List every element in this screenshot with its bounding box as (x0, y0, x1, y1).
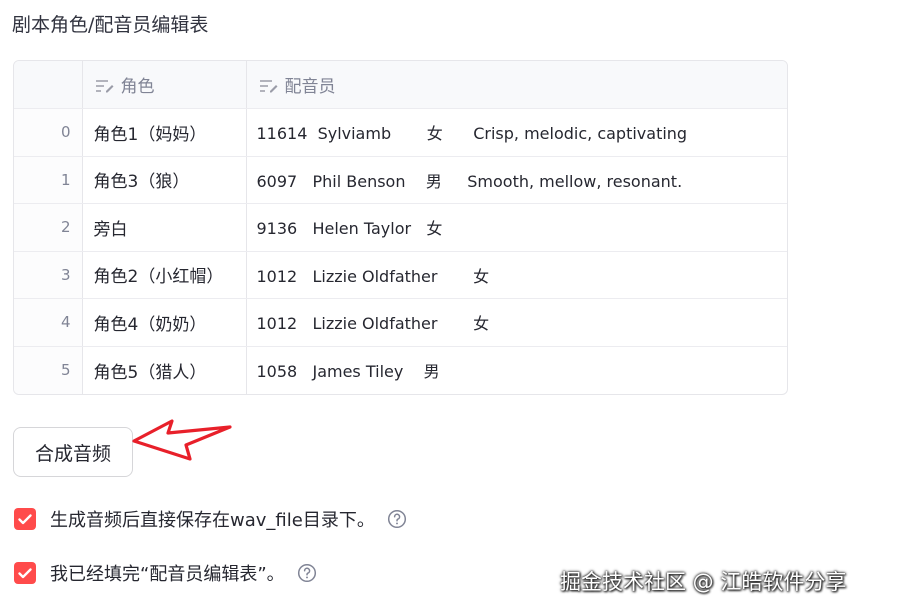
index-column-header[interactable] (14, 61, 83, 109)
role-column-label: 角色 (120, 77, 155, 97)
checkmark-icon (18, 567, 32, 578)
table-row: 5 角色5（猎人） 1058 James Tiley 男 (14, 346, 787, 394)
row-index: 1 (14, 156, 83, 204)
voice-column-header[interactable]: 配音员 (246, 61, 787, 109)
table-completed-label: 我已经填完“配音员编辑表”。 (50, 564, 285, 585)
voice-cell[interactable]: 1012 Lizzie Oldfather 女 (246, 251, 787, 299)
voice-cell[interactable]: 9136 Helen Taylor 女 (246, 203, 787, 252)
voice-cell[interactable]: 1058 James Tiley 男 (246, 346, 787, 394)
role-cell[interactable]: 旁白 (82, 203, 247, 252)
table-header-row: 角色 配音员 (14, 61, 787, 109)
save-to-wav-checkbox-row[interactable]: 生成音频后直接保存在wav_file目录下。 (14, 506, 407, 532)
row-index: 0 (14, 108, 83, 157)
role-cell[interactable]: 角色3（狼） (82, 156, 247, 204)
text-column-icon (259, 80, 277, 93)
red-arrow-annotation-icon (132, 419, 232, 461)
help-icon[interactable] (387, 509, 407, 529)
text-column-icon (95, 80, 113, 93)
row-index: 3 (14, 251, 83, 299)
save-to-wav-label: 生成音频后直接保存在wav_file目录下。 (50, 510, 375, 531)
synthesize-audio-button[interactable]: 合成音频 (13, 427, 133, 477)
table-completed-checkbox-row[interactable]: 我已经填完“配音员编辑表”。 (14, 560, 317, 586)
help-icon[interactable] (297, 563, 317, 583)
table-row: 2 旁白 9136 Helen Taylor 女 (14, 203, 787, 252)
voice-column-label: 配音员 (284, 77, 336, 97)
voice-cell[interactable]: 6097 Phil Benson 男 Smooth, mellow, reson… (246, 156, 787, 204)
row-index: 4 (14, 298, 83, 347)
table-row: 0 角色1（妈妈） 11614 Sylviamb 女 Crisp, melodi… (14, 108, 787, 157)
role-voice-table: 角色 配音员 0 角色1（妈妈） 11614 Sylviamb 女 Crisp,… (13, 60, 788, 395)
table-row: 3 角色2（小红帽） 1012 Lizzie Oldfather 女 (14, 251, 787, 299)
checkmark-icon (18, 513, 32, 524)
role-cell[interactable]: 角色2（小红帽） (82, 251, 247, 299)
role-cell[interactable]: 角色4（奶奶） (82, 298, 247, 347)
save-to-wav-checkbox[interactable] (14, 508, 36, 530)
row-index: 2 (14, 203, 83, 252)
role-column-header[interactable]: 角色 (82, 61, 247, 109)
role-cell[interactable]: 角色1（妈妈） (82, 108, 247, 157)
table-completed-checkbox[interactable] (14, 562, 36, 584)
row-index: 5 (14, 346, 83, 394)
voice-cell[interactable]: 1012 Lizzie Oldfather 女 (246, 298, 787, 347)
watermark: 掘金技术社区 @ 江皓软件分享 (560, 570, 847, 594)
table-row: 1 角色3（狼） 6097 Phil Benson 男 Smooth, mell… (14, 156, 787, 204)
table-row: 4 角色4（奶奶） 1012 Lizzie Oldfather 女 (14, 298, 787, 347)
page-title: 剧本角色/配音员编辑表 (12, 14, 209, 36)
role-cell[interactable]: 角色5（猎人） (82, 346, 247, 394)
voice-cell[interactable]: 11614 Sylviamb 女 Crisp, melodic, captiva… (246, 108, 787, 157)
